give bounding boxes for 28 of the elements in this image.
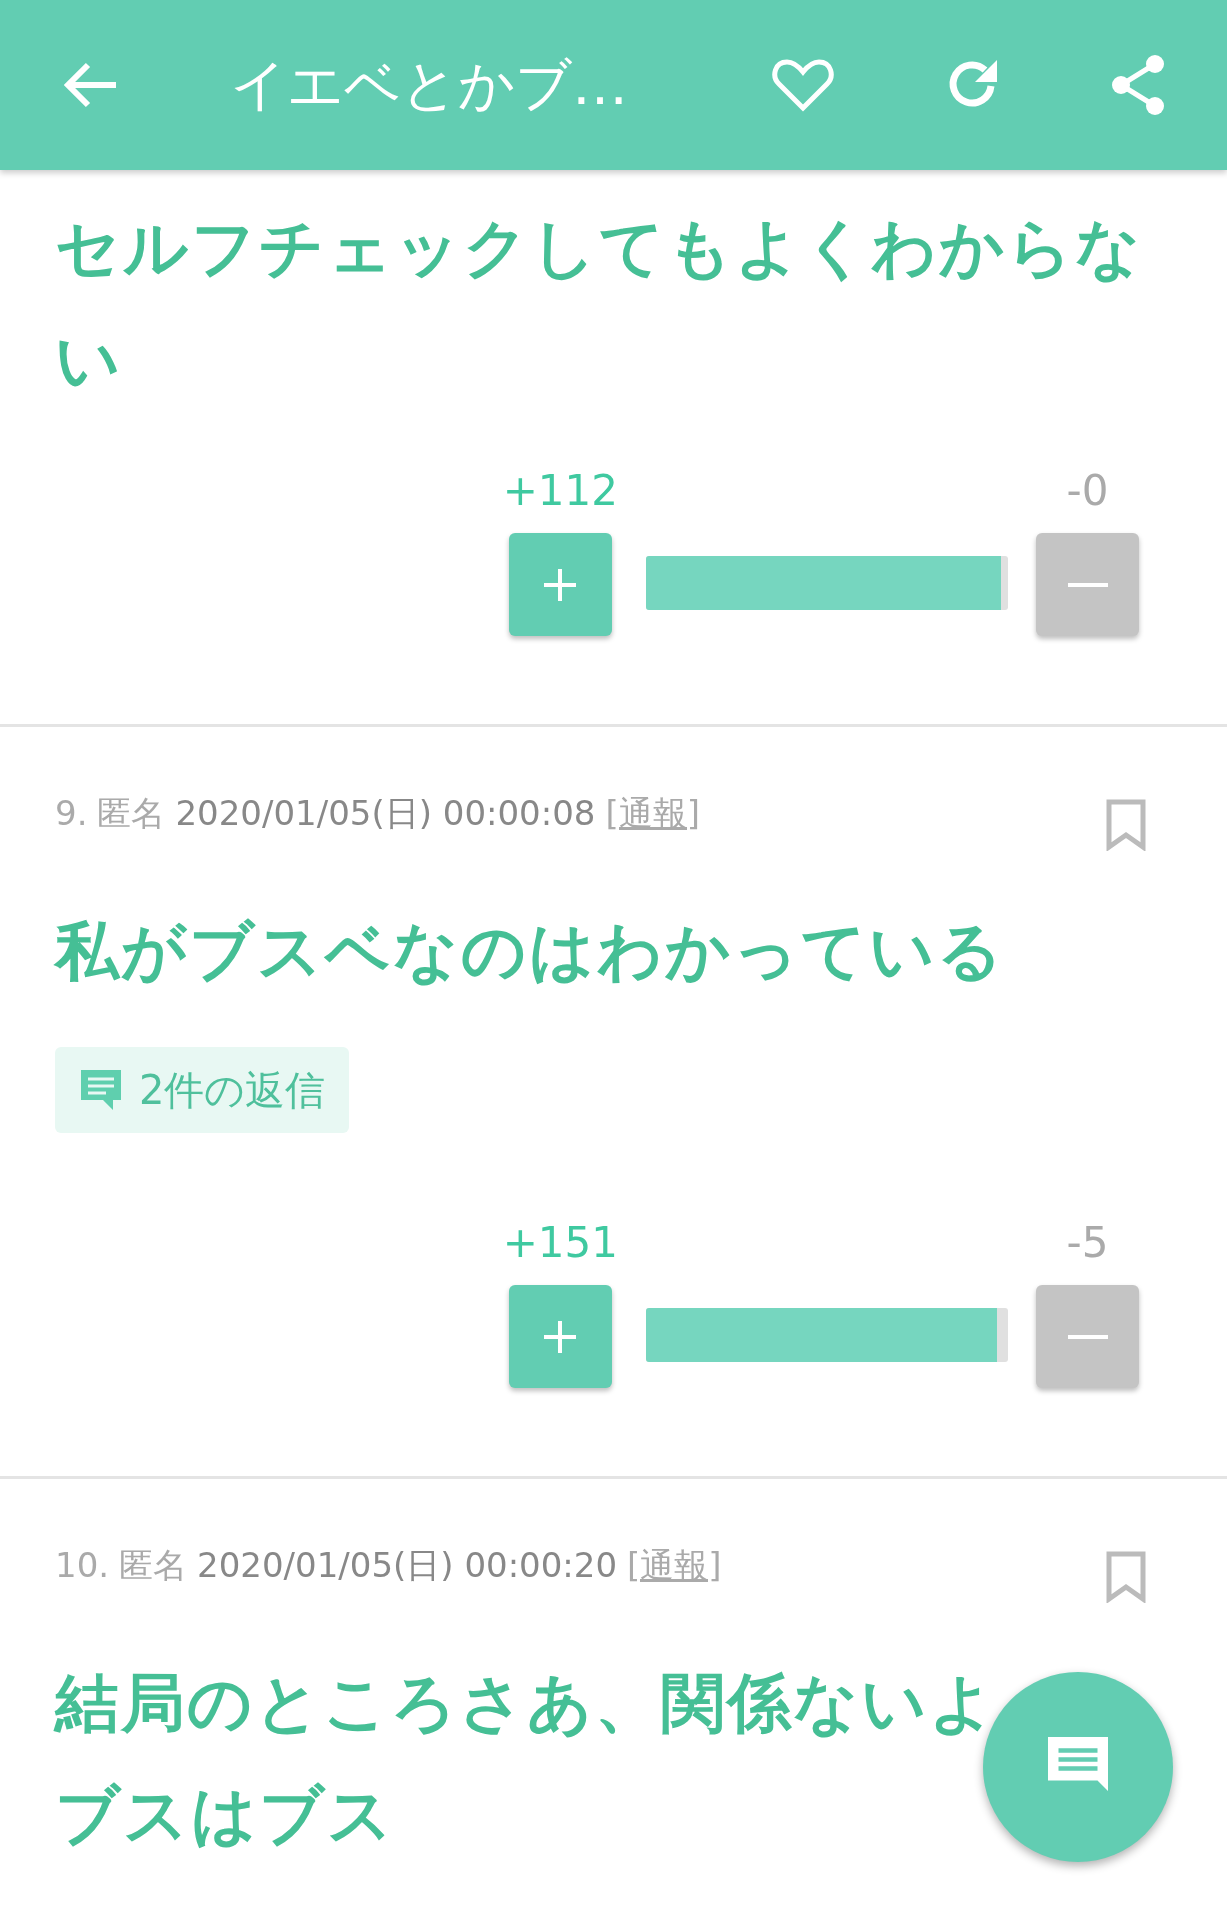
post-text: ブスはブス bbox=[55, 1777, 395, 1854]
plus-button[interactable] bbox=[508, 1285, 612, 1388]
author-name: 匿名 bbox=[97, 792, 166, 835]
post-date: 2020/01/05(日) 00:00:08 bbox=[175, 792, 596, 835]
plus-button[interactable] bbox=[508, 533, 612, 636]
minus-button[interactable] bbox=[1036, 533, 1139, 636]
post-text: 私がブスベなのはわかっている bbox=[55, 913, 1005, 990]
share-icon[interactable] bbox=[1109, 54, 1167, 116]
minus-count: -5 bbox=[1066, 1217, 1109, 1269]
post-number: 9. bbox=[55, 792, 88, 835]
page-title: イエベとかブ… bbox=[230, 51, 628, 119]
minus-icon bbox=[1067, 1333, 1108, 1340]
plus-count: +151 bbox=[502, 1217, 618, 1269]
author-name: 匿名 bbox=[119, 1544, 188, 1587]
minus-count: -0 bbox=[1066, 465, 1109, 517]
post-text: 結局のところさあ、関係ないよ bbox=[55, 1665, 997, 1742]
plus-count: +112 bbox=[502, 465, 618, 517]
minus-button[interactable] bbox=[1036, 1285, 1139, 1388]
replies-button[interactable]: 2件の返信 bbox=[55, 1047, 350, 1133]
report-link[interactable]: [通報] bbox=[627, 1541, 722, 1589]
bookmark-icon[interactable] bbox=[1105, 799, 1147, 851]
post-date: 2020/01/05(日) 00:00:20 bbox=[197, 1544, 618, 1587]
post-number: 10. bbox=[55, 1544, 110, 1587]
minus-icon bbox=[1067, 581, 1108, 588]
bookmark-icon[interactable] bbox=[1105, 1551, 1147, 1603]
comment-icon bbox=[79, 1068, 123, 1112]
report-link[interactable]: [通報] bbox=[605, 789, 700, 837]
post-text: セルフチェックしてもよくわからない bbox=[55, 210, 1144, 399]
